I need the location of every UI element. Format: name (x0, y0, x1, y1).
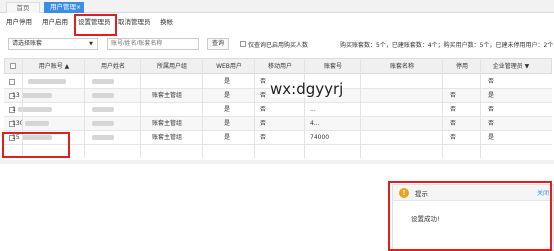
cell-set-no: 74000 (310, 134, 330, 141)
column-divider (360, 58, 361, 158)
cell-mobile: 否 (260, 120, 267, 127)
cell-web: 是 (224, 106, 231, 113)
cell-admin: 是 (488, 134, 495, 141)
cell-name (92, 103, 114, 117)
cell-mobile: 否 (260, 134, 267, 141)
col-mobile[interactable]: 移动用户 (255, 59, 305, 75)
cell-account (28, 75, 66, 89)
cell-web: 是 (224, 134, 231, 141)
only-enabled-label: 仅查询已启用购买人数 (248, 42, 309, 49)
user-table: 用户账号 ▲ 用户姓名 所属用户组 WEB用户 移动用户 账套号 账套名称 停用… (0, 58, 554, 158)
search-input[interactable] (107, 38, 199, 50)
col-admin[interactable]: 企业管理员 ▼ (481, 59, 541, 75)
query-button[interactable]: 查询 (207, 38, 229, 50)
row-checkbox[interactable] (9, 79, 15, 85)
cell-admin: 否 (488, 106, 495, 113)
column-divider (304, 58, 305, 158)
cell-web: 是 (224, 120, 231, 127)
cell-admin: 否 (488, 120, 495, 127)
cell-name (92, 89, 114, 103)
cell-admin: 是 (488, 92, 495, 99)
tab-strip: 首页 用户管理 × (0, 0, 554, 13)
col-set-name[interactable]: 账套名称 (361, 59, 443, 75)
select-all-checkbox[interactable] (10, 63, 16, 69)
tab-user-management[interactable]: 用户管理 × (44, 2, 84, 13)
column-divider (202, 58, 203, 158)
menu-cancel-admin[interactable]: 取消管理员 (118, 15, 151, 29)
menu-disable-user[interactable]: 用户停用 (6, 15, 32, 29)
tab-home[interactable]: 首页 (6, 2, 40, 13)
col-name[interactable]: 用户姓名 (85, 59, 141, 75)
tab-user-management-label: 用户管理 (50, 3, 76, 11)
col-web[interactable]: WEB用户 (203, 59, 255, 75)
cell-disabled: 否 (450, 134, 457, 141)
cell-web: 是 (224, 78, 231, 85)
column-divider (254, 58, 255, 158)
menu-enable-user[interactable]: 用户启用 (42, 15, 68, 29)
cell-group: 账套主管组 (152, 134, 183, 141)
table-row[interactable]: 1 是 否 ... 否 否 (4, 103, 552, 117)
menu-change[interactable]: 换帐 (160, 15, 173, 29)
cell-account-text: 1 (12, 106, 16, 113)
col-disabled[interactable]: 停用 (443, 59, 481, 75)
highlight-notice (388, 181, 552, 251)
cell-mobile: 否 (260, 92, 267, 99)
cell-disabled: 否 (450, 92, 457, 99)
watermark: wx:dgyyrj (270, 80, 344, 98)
account-set-select-value: 请选择账套 (12, 40, 43, 47)
cell-name (92, 117, 114, 131)
cell-group: 账套主管组 (152, 120, 183, 127)
col-account[interactable]: 用户账号 ▲ (23, 59, 85, 75)
table-header: 用户账号 ▲ 用户姓名 所属用户组 WEB用户 移动用户 账套号 账套名称 停用… (4, 58, 552, 74)
cell-set-no: ... (310, 106, 316, 113)
cell-disabled: 否 (450, 106, 457, 113)
col-set-no[interactable]: 账套号 (305, 59, 361, 75)
cell-mobile: 否 (260, 106, 267, 113)
purchase-summary: 购买账套数：5个，已建账套数：4个；购买用户数：5个，已建未停用用户：2个 (340, 42, 554, 49)
column-divider (140, 58, 141, 158)
highlight-selected-row (2, 132, 70, 158)
cell-name (92, 75, 114, 89)
cell-account: 130 (12, 117, 50, 131)
cell-account-text: 13 (12, 92, 20, 99)
cell-set-no: 4... (310, 120, 320, 127)
cell-admin: 否 (488, 78, 495, 85)
cell-account: 13 (12, 89, 52, 103)
cell-group: 账套主管组 (152, 92, 183, 99)
column-divider (84, 58, 85, 158)
cell-disabled: 否 (450, 120, 457, 127)
horizontal-scrollbar[interactable] (0, 160, 554, 164)
only-enabled-checkbox[interactable] (240, 41, 246, 47)
cell-web: 是 (224, 92, 231, 99)
close-icon[interactable]: × (76, 2, 81, 13)
cell-mobile: 否 (260, 78, 267, 85)
cell-name (92, 131, 114, 145)
column-divider (442, 58, 443, 158)
cell-account: 1 (12, 103, 52, 117)
col-group[interactable]: 所属用户组 (141, 59, 203, 75)
table-row[interactable]: 130 账套主管组 是 否 4... 否 否 (4, 117, 552, 131)
filter-bar: 请选择账套 ▼ 查询 仅查询已启用购买人数 购买账套数：5个，已建账套数：4个；… (0, 33, 554, 55)
account-set-select[interactable]: 请选择账套 ▼ (8, 38, 98, 50)
column-divider (480, 58, 481, 158)
table-row[interactable]: 15 账套主管组 是 否 74000 否 是 (4, 131, 552, 145)
chevron-down-icon: ▼ (89, 41, 93, 47)
